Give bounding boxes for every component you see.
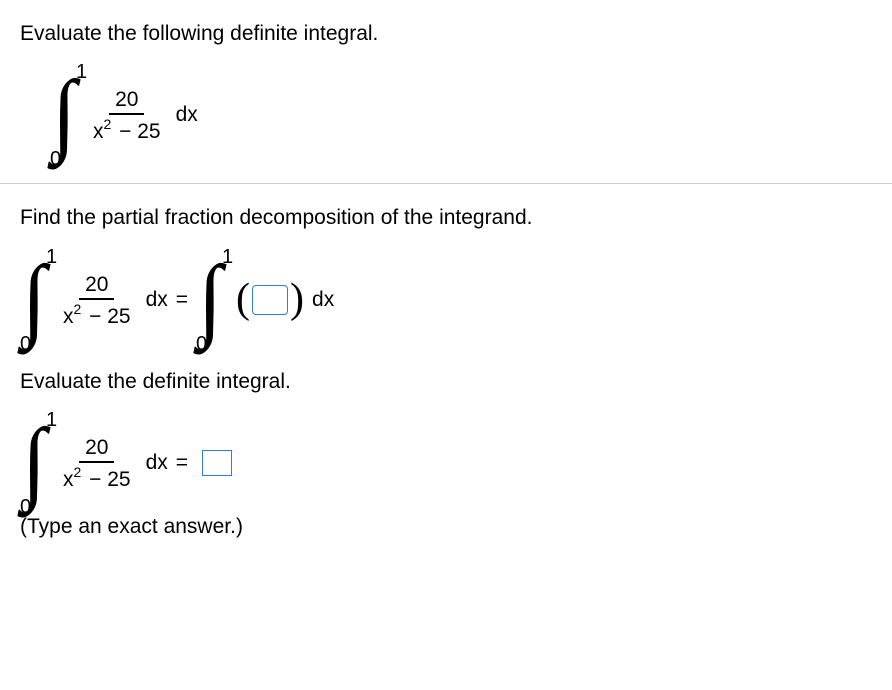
bound-lower: 0 — [20, 496, 31, 519]
integrand-fraction: 20 x2 − 25 — [60, 434, 134, 492]
denominator: x2 − 25 — [90, 115, 164, 144]
numerator: 20 — [109, 86, 144, 115]
part1-instruction: Find the partial fraction decomposition … — [20, 204, 872, 231]
integral-sign-icon: ∫ 1 0 — [50, 65, 84, 165]
part2-instruction: Evaluate the definite integral. — [20, 368, 872, 395]
bound-upper: 1 — [76, 61, 87, 84]
bound-upper: 1 — [222, 246, 233, 269]
problem-integral: ∫ 1 0 20 x2 − 25 dx — [20, 65, 872, 165]
denominator: x2 − 25 — [60, 463, 134, 492]
equals-sign: = — [176, 288, 188, 312]
part1-equation: ∫ 1 0 20 x2 − 25 dx = ∫ 1 0 ( ) — [20, 250, 872, 350]
numerator: 20 — [79, 271, 114, 300]
differential: dx — [146, 451, 168, 475]
bound-lower: 0 — [196, 333, 207, 356]
paren-right-icon: ) — [290, 283, 304, 317]
bound-upper: 1 — [46, 409, 57, 432]
denominator: x2 − 25 — [60, 300, 134, 329]
bound-upper: 1 — [46, 246, 57, 269]
integral-sign-icon: ∫ 1 0 — [20, 413, 54, 513]
paren-left-icon: ( — [236, 283, 250, 317]
integral-sign-icon: ∫ 1 0 — [20, 250, 54, 350]
integrand-input-wrapper: ( ) — [236, 283, 304, 317]
answer-hint: (Type an exact answer.) — [20, 515, 872, 539]
problem-instruction: Evaluate the following definite integral… — [20, 20, 872, 47]
integrand-fraction: 20 x2 − 25 — [60, 271, 134, 329]
differential: dx — [176, 103, 198, 127]
final-answer-input[interactable] — [202, 450, 232, 476]
partial-fraction-input[interactable] — [252, 285, 288, 315]
integral-sign-icon: ∫ 1 0 — [196, 250, 230, 350]
equals-sign: = — [176, 451, 188, 475]
integrand-fraction: 20 x2 − 25 — [90, 86, 164, 144]
differential: dx — [312, 288, 334, 312]
numerator: 20 — [79, 434, 114, 463]
bound-lower: 0 — [50, 148, 61, 171]
bound-lower: 0 — [20, 333, 31, 356]
part2-equation: ∫ 1 0 20 x2 − 25 dx = — [20, 413, 872, 513]
differential: dx — [146, 288, 168, 312]
